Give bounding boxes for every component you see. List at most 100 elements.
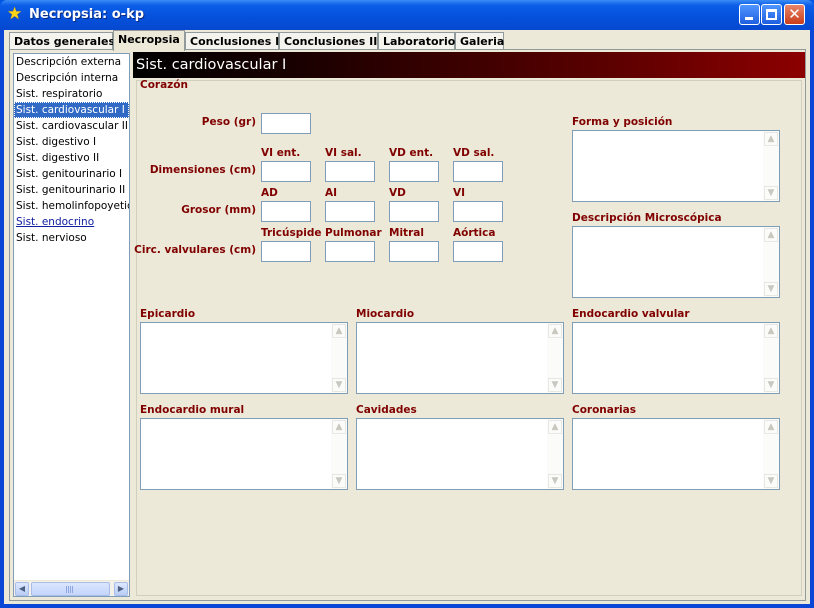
scroll-up-icon[interactable]: ▲ <box>332 420 346 434</box>
minimize-button[interactable] <box>739 4 760 25</box>
scroll-thumb[interactable] <box>31 582 110 596</box>
minimize-icon <box>745 17 753 20</box>
list-item[interactable]: Sist. genitourinario I <box>14 166 129 182</box>
col-label-aortica: Aórtica <box>453 227 496 239</box>
vd-input[interactable] <box>389 201 439 222</box>
horizontal-scrollbar[interactable]: ◀ ▶ <box>14 580 129 596</box>
scroll-down-icon[interactable]: ▼ <box>764 282 778 296</box>
scroll-up-icon[interactable]: ▲ <box>764 228 778 242</box>
tab-conclusiones-ii[interactable]: Conclusiones II <box>279 32 378 50</box>
col-label-vd: VD <box>389 187 406 199</box>
col-label-mitral: Mitral <box>389 227 424 239</box>
star-icon: ★ <box>7 4 23 24</box>
vertical-scrollbar[interactable]: ▲ ▼ <box>763 419 779 489</box>
scroll-down-icon[interactable]: ▼ <box>764 186 778 200</box>
endocardio-valvular-textarea[interactable]: ▲ ▼ <box>572 322 780 394</box>
section-header: Sist. cardiovascular I <box>133 52 805 78</box>
scroll-up-icon[interactable]: ▲ <box>548 324 562 338</box>
col-label-vd-sal: VD sal. <box>453 147 495 159</box>
endocardio-mural-label: Endocardio mural <box>140 404 245 416</box>
list-item[interactable]: Sist. cardiovascular II <box>14 118 129 134</box>
vi-sal-input[interactable] <box>325 161 375 182</box>
col-label-ad: AD <box>261 187 278 199</box>
vd-sal-input[interactable] <box>453 161 503 182</box>
list-item[interactable]: Sist. nervioso <box>14 230 129 246</box>
col-label-vi: VI <box>453 187 466 199</box>
section-content: Sist. cardiovascular I Corazón Peso (gr)… <box>133 52 805 598</box>
dimensiones-label: Dimensiones (cm) <box>149 164 256 176</box>
col-label-vd-ent: VD ent. <box>389 147 434 159</box>
col-label-tricuspide: Tricúspide <box>261 227 322 239</box>
list-item-selected[interactable]: Sist. cardiovascular I <box>14 102 129 118</box>
scroll-up-icon[interactable]: ▲ <box>332 324 346 338</box>
epicardio-textarea[interactable]: ▲ ▼ <box>140 322 348 394</box>
tricuspide-input[interactable] <box>261 241 311 262</box>
scroll-down-icon[interactable]: ▼ <box>332 378 346 392</box>
forma-label: Forma y posición <box>572 116 673 128</box>
close-button[interactable]: ✕ <box>784 4 805 25</box>
forma-textarea[interactable]: ▲ ▼ <box>572 130 780 202</box>
tab-conclusiones-i[interactable]: Conclusiones I <box>185 32 279 50</box>
cavidades-label: Cavidades <box>356 404 417 416</box>
col-label-vi-ent: VI ent. <box>261 147 301 159</box>
vertical-scrollbar[interactable]: ▲ ▼ <box>547 323 563 393</box>
vertical-scrollbar[interactable]: ▲ ▼ <box>763 323 779 393</box>
pulmonar-input[interactable] <box>325 241 375 262</box>
peso-input[interactable] <box>261 113 311 134</box>
list-item[interactable]: Sist. hemolinfopoyetico <box>14 198 129 214</box>
tab-laboratorio[interactable]: Laboratorio <box>378 32 455 50</box>
vi-input[interactable] <box>453 201 503 222</box>
circ-valvulares-label: Circ. valvulares (cm) <box>134 244 256 256</box>
scroll-down-icon[interactable]: ▼ <box>548 378 562 392</box>
list-item[interactable]: Sist. genitourinario II <box>14 182 129 198</box>
maximize-button[interactable] <box>761 4 782 25</box>
endocardio-valvular-label: Endocardio valvular <box>572 308 690 320</box>
ai-input[interactable] <box>325 201 375 222</box>
scroll-down-icon[interactable]: ▼ <box>332 474 346 488</box>
microscopica-textarea[interactable]: ▲ ▼ <box>572 226 780 298</box>
list-item[interactable]: Sist. digestivo II <box>14 150 129 166</box>
scroll-up-icon[interactable]: ▲ <box>764 420 778 434</box>
peso-label: Peso (gr) <box>201 116 256 128</box>
title-bar[interactable]: ★ Necropsia: o-kp ✕ <box>0 0 814 30</box>
miocardio-textarea[interactable]: ▲ ▼ <box>356 322 564 394</box>
vi-ent-input[interactable] <box>261 161 311 182</box>
vd-ent-input[interactable] <box>389 161 439 182</box>
epicardio-label: Epicardio <box>140 308 196 320</box>
vertical-scrollbar[interactable]: ▲ ▼ <box>763 227 779 297</box>
microscopica-label: Descripción Microscópica <box>572 212 722 224</box>
scroll-down-icon[interactable]: ▼ <box>548 474 562 488</box>
window-title: Necropsia: o-kp <box>29 7 145 22</box>
list-item[interactable]: Sist. digestivo I <box>14 134 129 150</box>
cavidades-textarea[interactable]: ▲ ▼ <box>356 418 564 490</box>
tab-necropsia[interactable]: Necropsia <box>113 30 185 51</box>
vertical-scrollbar[interactable]: ▲ ▼ <box>331 419 347 489</box>
scroll-right-button[interactable]: ▶ <box>114 582 128 596</box>
col-label-vi-sal: VI sal. <box>325 147 362 159</box>
list-item[interactable]: Descripción externa <box>14 54 129 70</box>
main-window: ★ Necropsia: o-kp ✕ Datos generales Necr… <box>0 0 814 608</box>
list-item[interactable]: Descripción interna <box>14 70 129 86</box>
endocardio-mural-textarea[interactable]: ▲ ▼ <box>140 418 348 490</box>
col-label-pulmonar: Pulmonar <box>325 227 382 239</box>
aortica-input[interactable] <box>453 241 503 262</box>
maximize-icon <box>766 9 777 20</box>
scroll-up-icon[interactable]: ▲ <box>764 324 778 338</box>
scroll-down-icon[interactable]: ▼ <box>764 378 778 392</box>
system-list[interactable]: Descripción externa Descripción interna … <box>13 53 130 597</box>
list-item[interactable]: Sist. endocrino <box>14 214 129 230</box>
tab-datos-generales[interactable]: Datos generales <box>9 32 115 50</box>
scroll-up-icon[interactable]: ▲ <box>764 132 778 146</box>
ad-input[interactable] <box>261 201 311 222</box>
vertical-scrollbar[interactable]: ▲ ▼ <box>547 419 563 489</box>
vertical-scrollbar[interactable]: ▲ ▼ <box>331 323 347 393</box>
tab-galeria[interactable]: Galeria <box>455 32 504 50</box>
coronarias-textarea[interactable]: ▲ ▼ <box>572 418 780 490</box>
vertical-scrollbar[interactable]: ▲ ▼ <box>763 131 779 201</box>
scroll-up-icon[interactable]: ▲ <box>548 420 562 434</box>
group-label-corazon: Corazón <box>140 79 188 91</box>
list-item[interactable]: Sist. respiratorio <box>14 86 129 102</box>
scroll-left-button[interactable]: ◀ <box>15 582 29 596</box>
mitral-input[interactable] <box>389 241 439 262</box>
scroll-down-icon[interactable]: ▼ <box>764 474 778 488</box>
